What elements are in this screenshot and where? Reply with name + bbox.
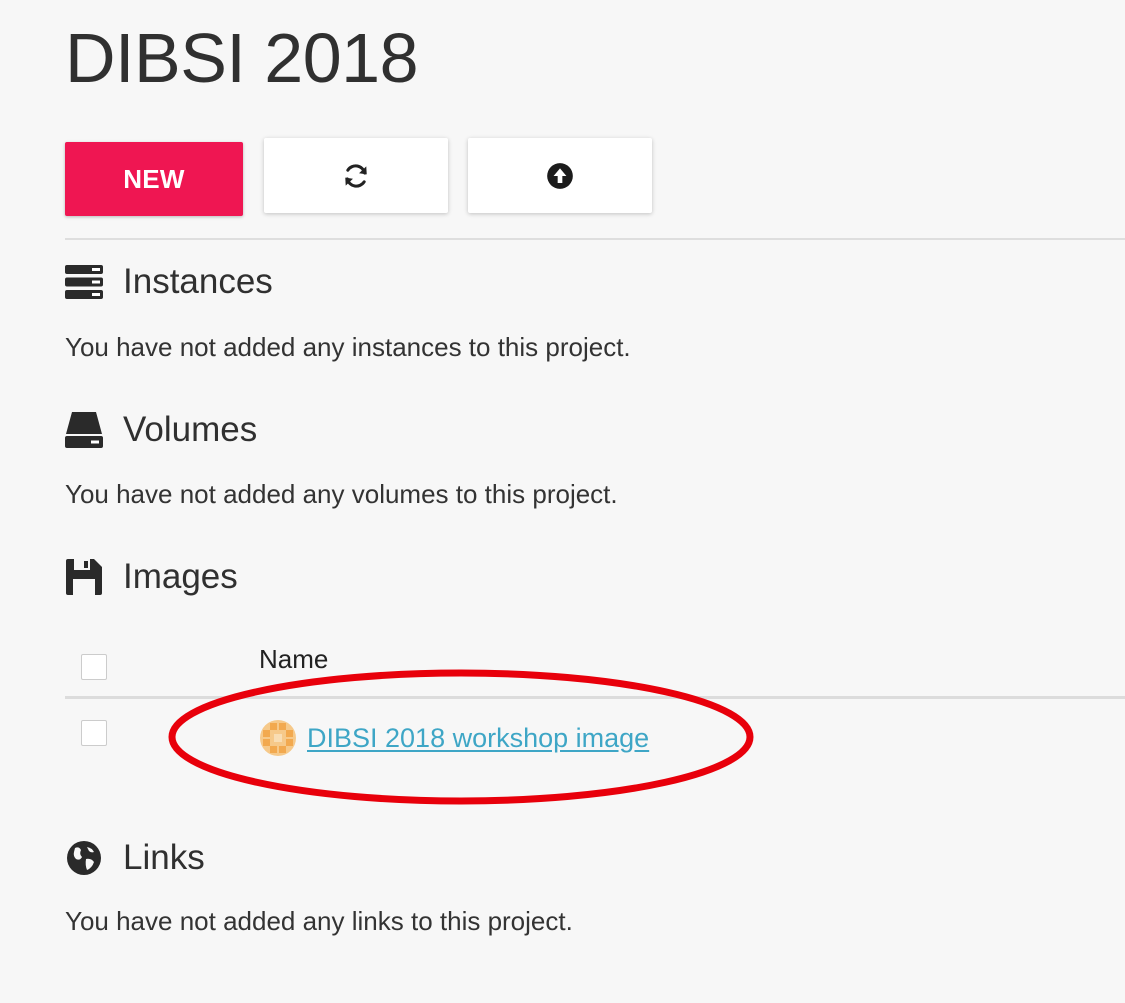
upload-button[interactable] [468,138,652,213]
new-button[interactable]: NEW [65,142,243,216]
links-section-header: Links [65,838,205,878]
image-link[interactable]: DIBSI 2018 workshop image [307,723,649,754]
toolbar-divider [65,238,1125,240]
column-header-name: Name [259,644,329,674]
refresh-button[interactable] [264,138,448,213]
image-identicon-icon [260,720,296,756]
hard-drive-icon [65,411,103,449]
images-section-header: Images [65,557,238,597]
table-row: DIBSI 2018 workshop image [65,699,1125,779]
instances-empty-text: You have not added any instances to this… [65,332,631,362]
volumes-empty-text: You have not added any volumes to this p… [65,479,618,509]
project-page: DIBSI 2018 NEW Instances You have not ad… [0,0,1125,1003]
links-title: Links [123,838,205,877]
images-title: Images [123,557,238,596]
volumes-title: Volumes [123,410,258,449]
instances-title: Instances [123,262,273,301]
row-checkbox[interactable] [81,720,107,746]
links-empty-text: You have not added any links to this pro… [65,906,573,936]
save-disk-icon [65,558,103,596]
image-name-cell: DIBSI 2018 workshop image [259,719,649,757]
instances-section-header: Instances [65,262,273,302]
table-header: Name [65,640,1125,699]
select-all-checkbox[interactable] [81,654,107,680]
page-title: DIBSI 2018 [65,19,419,97]
images-table: Name DIBSI 2018 workshop image [65,640,1125,779]
server-icon [65,263,103,301]
globe-icon [65,839,103,877]
volumes-section-header: Volumes [65,410,257,450]
upload-icon [547,162,573,189]
refresh-icon [345,163,367,188]
